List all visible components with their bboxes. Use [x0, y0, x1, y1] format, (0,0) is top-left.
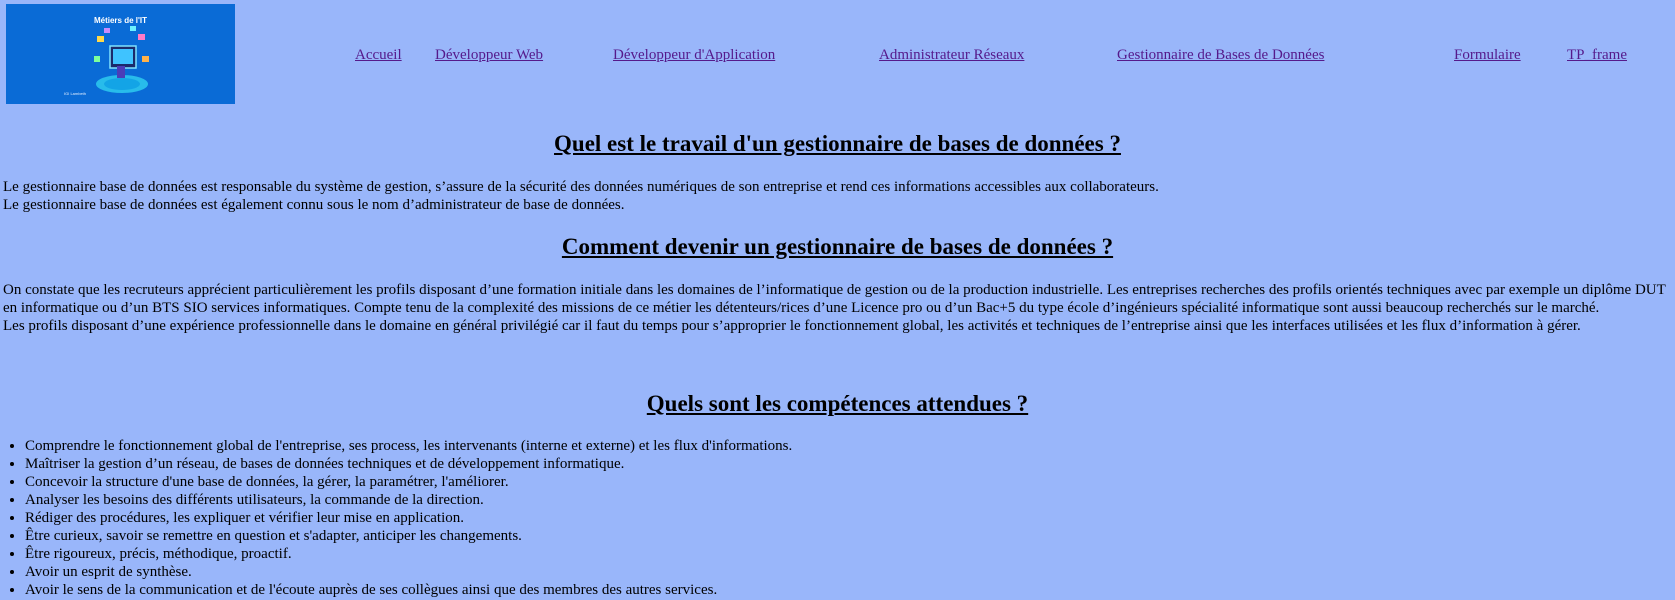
nav-link-formulaire[interactable]: Formulaire	[1454, 47, 1521, 64]
list-item: Analyser les besoins des différents util…	[25, 491, 792, 509]
logo-credit: IGI Lambeth	[64, 91, 87, 96]
nav-link-tp-frame[interactable]: TP_frame	[1567, 47, 1627, 64]
heading-competences: Quels sont les compétences attendues ?	[646, 391, 1029, 416]
list-item: Être rigoureux, précis, méthodique, proa…	[25, 545, 792, 563]
devenir-line-1: On constate que les recruteurs apprécien…	[3, 282, 1666, 316]
travail-text: Le gestionnaire base de données est resp…	[3, 178, 1668, 214]
list-item: Avoir le sens de la communication et de …	[25, 581, 792, 599]
devenir-line-2: Les profils disposant d’une expérience p…	[3, 318, 1581, 334]
nav-link-developpeur-application[interactable]: Développeur d'Application	[613, 47, 775, 64]
list-item: Maîtriser la gestion d’un réseau, de bas…	[25, 455, 792, 473]
list-item: Être curieux, savoir se remettre en ques…	[25, 527, 792, 545]
heading-travail: Quel est le travail d'un gestionnaire de…	[554, 131, 1121, 156]
travail-line-2: Le gestionnaire base de données est égal…	[3, 197, 625, 213]
list-item: Rédiger des procédures, les expliquer et…	[25, 509, 792, 527]
list-item: Concevoir la structure d'une base de don…	[25, 473, 792, 491]
site-logo: Métiers de l'IT IGI Lambeth	[6, 4, 235, 104]
isometric-computer-icon	[94, 26, 149, 93]
skills-list: Comprendre le fonctionnement global de l…	[0, 437, 792, 599]
nav-link-developpeur-web[interactable]: Développeur Web	[435, 47, 543, 64]
nav-link-accueil[interactable]: Accueil	[355, 47, 402, 64]
devenir-text: On constate que les recruteurs apprécien…	[3, 281, 1668, 335]
list-item: Comprendre le fonctionnement global de l…	[25, 437, 792, 455]
list-item: Avoir un esprit de synthèse.	[25, 563, 792, 581]
logo-title: Métiers de l'IT	[93, 16, 148, 25]
nav-link-administrateur-reseaux[interactable]: Administrateur Réseaux	[879, 47, 1024, 64]
travail-line-1: Le gestionnaire base de données est resp…	[3, 179, 1159, 195]
page: Métiers de l'IT IGI Lambeth Accueil Déve…	[0, 0, 1675, 600]
nav-link-gestionnaire-bdd[interactable]: Gestionnaire de Bases de Données	[1117, 47, 1324, 64]
heading-devenir: Comment devenir un gestionnaire de bases…	[561, 234, 1114, 259]
